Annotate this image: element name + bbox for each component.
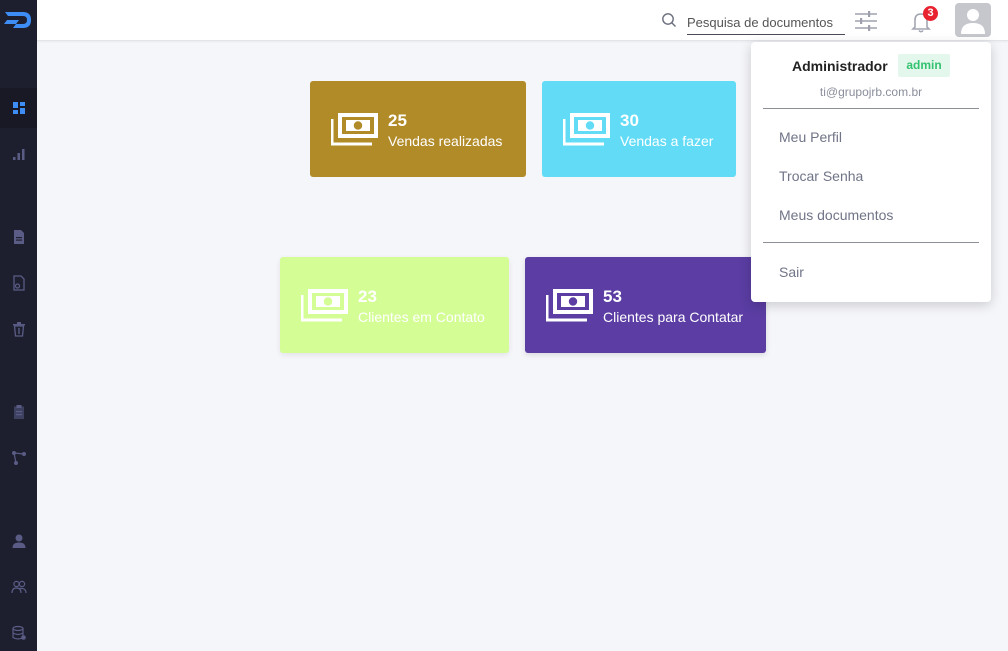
search-icon[interactable] — [661, 12, 677, 28]
card-clientes-em-contato[interactable]: 23 Clientes em Contato — [280, 257, 509, 353]
money-icon — [546, 289, 593, 322]
user-email: ti@grupojrb.com.br — [819, 85, 923, 99]
search-input[interactable] — [687, 9, 845, 35]
database-icon — [11, 625, 26, 640]
card-label: Clientes para Contatar — [603, 309, 744, 325]
card-value: 30 — [620, 111, 639, 130]
menu-divider — [763, 108, 979, 109]
document-settings-icon — [12, 275, 25, 291]
dashboard-icon — [12, 102, 25, 114]
logout-button[interactable]: Sair — [779, 264, 804, 280]
sliders-icon — [855, 11, 877, 31]
document-icon — [13, 230, 24, 244]
sidebar-item-users[interactable] — [0, 567, 37, 607]
search-box — [661, 9, 846, 35]
user-menu-dropdown: Administrador admin ti@grupojrb.com.br M… — [751, 42, 991, 302]
money-icon — [563, 113, 610, 146]
menu-divider — [763, 242, 979, 243]
sidebar — [0, 0, 37, 651]
user-name: Administrador — [792, 58, 888, 74]
network-icon — [11, 451, 26, 465]
card-value: 25 — [388, 111, 407, 130]
chart-icon — [12, 149, 24, 160]
sidebar-item-user[interactable] — [0, 521, 37, 561]
menu-item-meus-documentos[interactable]: Meus documentos — [779, 207, 893, 223]
top-bar: 3 — [37, 0, 1008, 41]
menu-item-meu-perfil[interactable]: Meu Perfil — [779, 129, 842, 145]
trash-icon — [12, 322, 25, 337]
card-vendas-realizadas[interactable]: 25 Vendas realizadas — [310, 81, 526, 177]
card-value: 23 — [358, 287, 377, 306]
sidebar-item-tasks[interactable] — [0, 392, 37, 432]
menu-item-trocar-senha[interactable]: Trocar Senha — [779, 168, 863, 184]
card-value: 53 — [603, 287, 622, 306]
users-icon — [10, 580, 27, 594]
role-badge: admin — [898, 54, 950, 77]
card-label: Vendas realizadas — [388, 133, 503, 149]
money-icon — [301, 289, 348, 322]
sidebar-item-reports[interactable] — [0, 134, 37, 174]
money-icon — [331, 113, 378, 146]
sidebar-item-workflow[interactable] — [0, 438, 37, 478]
card-label: Clientes em Contato — [358, 309, 485, 325]
card-vendas-a-fazer[interactable]: 30 Vendas a fazer — [542, 81, 736, 177]
notifications-button[interactable]: 3 — [908, 6, 938, 35]
sidebar-item-database[interactable] — [0, 613, 37, 651]
card-clientes-para-contatar[interactable]: 53 Clientes para Contatar — [525, 257, 766, 353]
filter-button[interactable] — [853, 9, 879, 33]
card-label: Vendas a fazer — [620, 133, 714, 149]
sidebar-item-dashboard[interactable] — [0, 88, 37, 128]
avatar[interactable] — [955, 3, 991, 37]
notification-badge: 3 — [923, 6, 938, 21]
sidebar-item-trash[interactable] — [0, 309, 37, 349]
logo-icon[interactable] — [3, 8, 33, 32]
user-icon — [12, 534, 25, 548]
user-avatar-icon — [961, 9, 985, 34]
sidebar-item-documents[interactable] — [0, 217, 37, 257]
clipboard-icon — [13, 405, 24, 419]
sidebar-item-document-settings[interactable] — [0, 263, 37, 303]
